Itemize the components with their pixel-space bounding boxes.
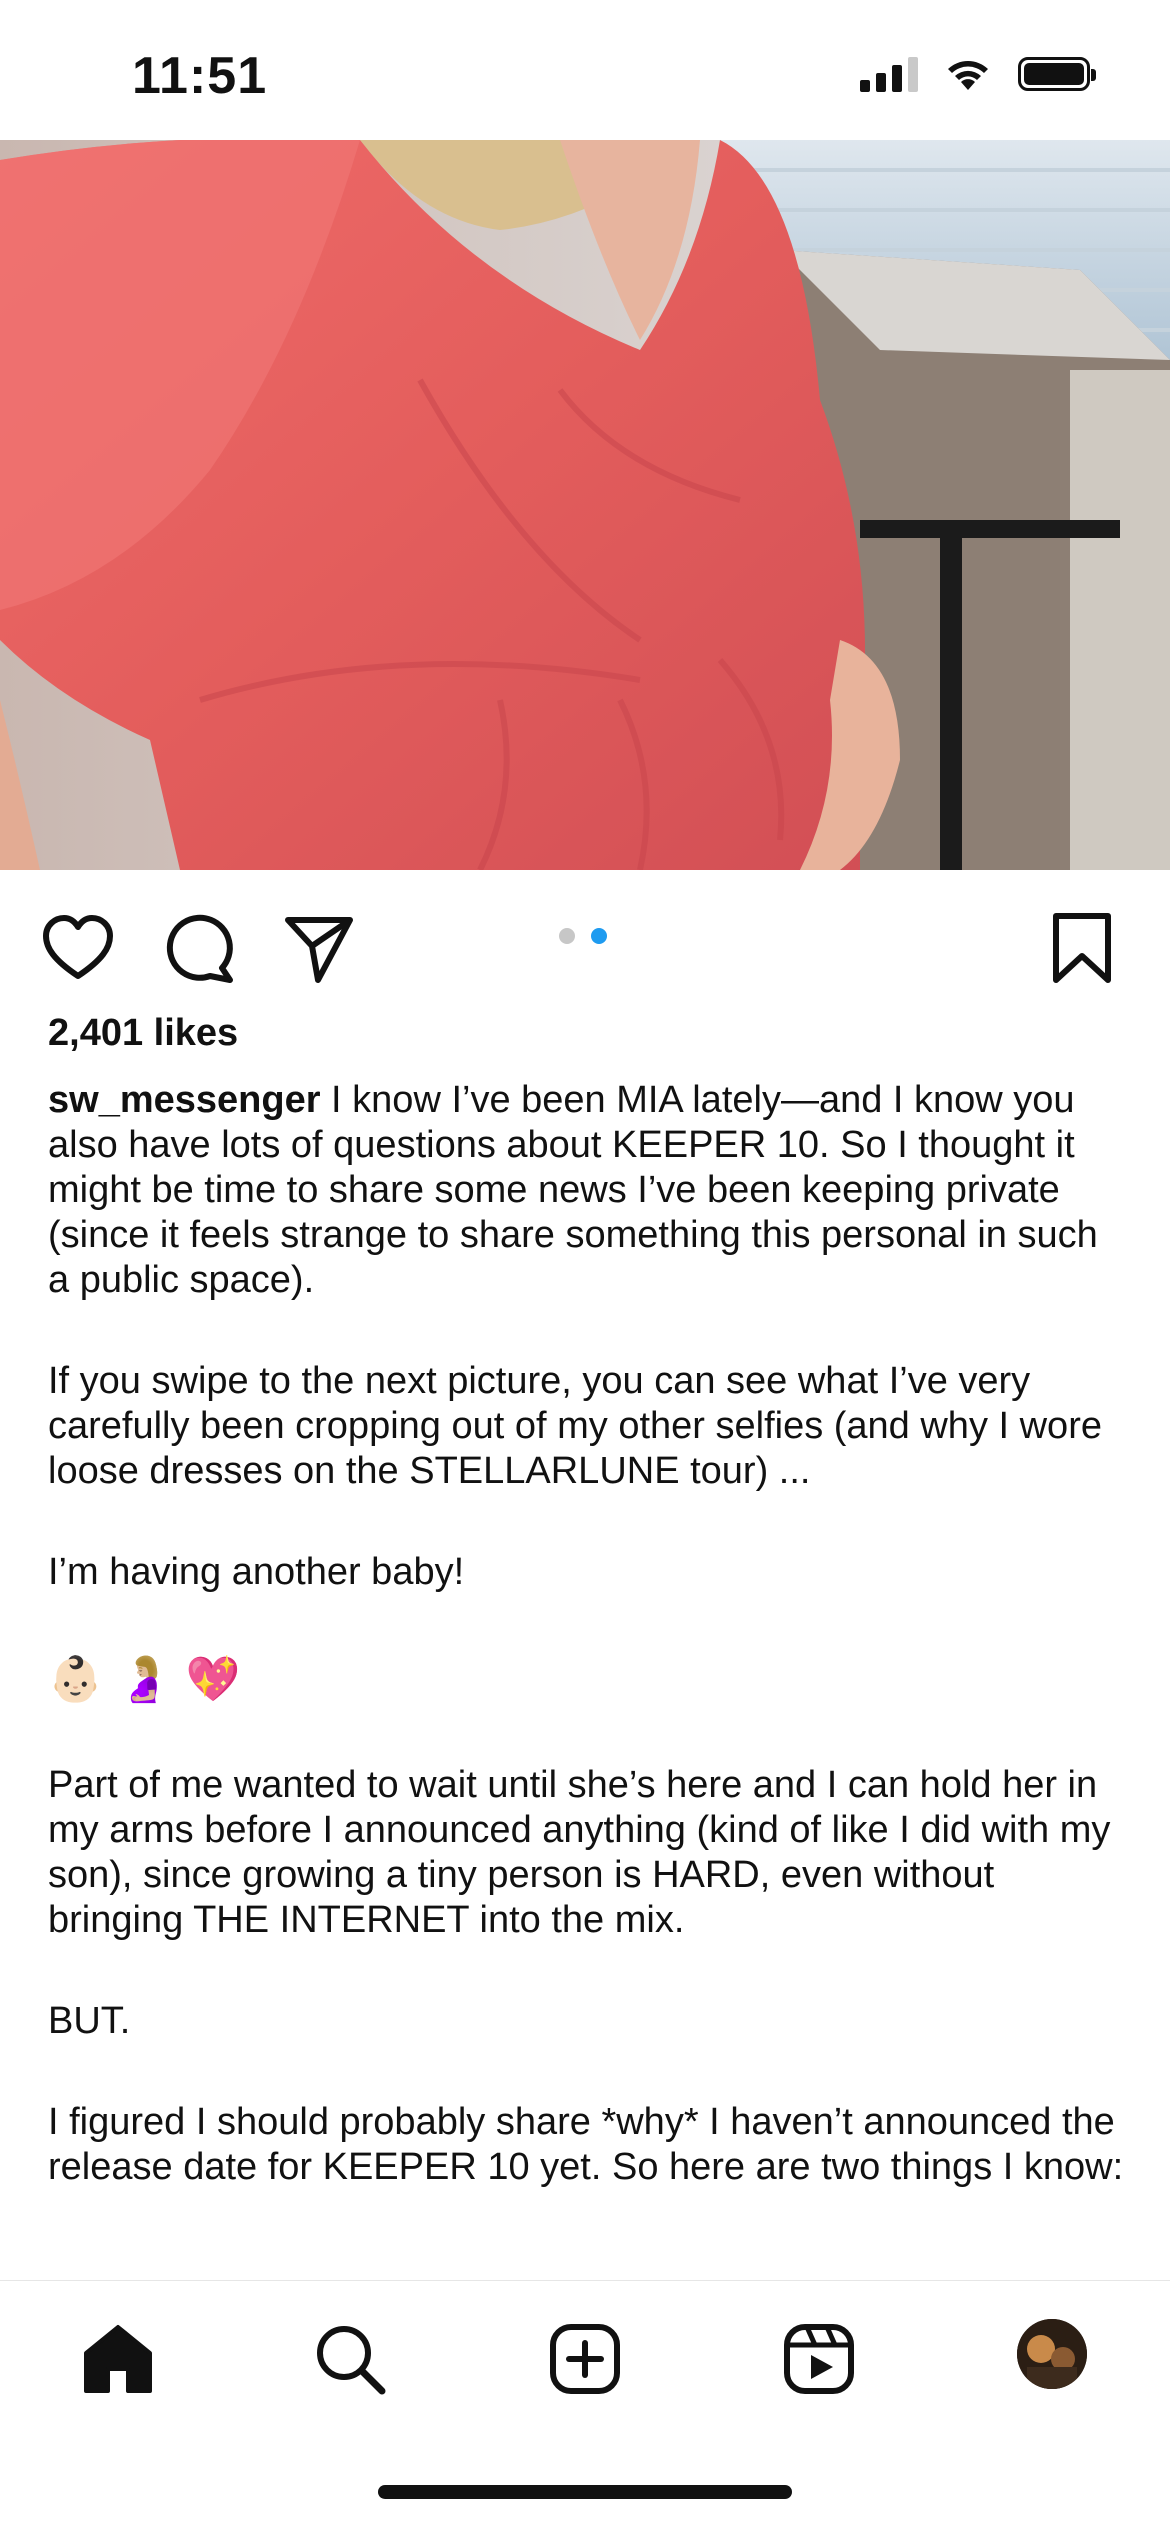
sparkling-heart-emoji: 💖 <box>185 1654 241 1704</box>
caption-paragraph: BUT. <box>48 2000 131 2042</box>
post-photo[interactable] <box>0 140 1170 870</box>
emoji-line: 👶🏻 🤰🏼 💖 <box>48 1651 1128 1707</box>
status-time: 11:51 <box>132 47 268 105</box>
username-link[interactable]: sw_messenger <box>48 1079 321 1121</box>
post-caption: sw_messenger I know I’ve been MIA lately… <box>48 1078 1128 2246</box>
caption-paragraph: sw_messenger I know I’ve been MIA lately… <box>48 1078 1128 1303</box>
caption-paragraph: I figured I should probably share *why* … <box>48 2101 1124 2188</box>
create-icon[interactable] <box>547 2321 623 2397</box>
pregnant-woman-emoji: 🤰🏼 <box>116 1654 172 1704</box>
carousel-indicator <box>559 928 607 944</box>
home-indicator[interactable] <box>378 2485 792 2499</box>
comment-icon[interactable] <box>160 910 236 986</box>
caption-paragraph: If you swipe to the next picture, you ca… <box>48 1360 1102 1492</box>
carousel-dot-active <box>591 928 607 944</box>
bookmark-icon[interactable] <box>1044 910 1120 986</box>
battery-icon <box>1018 57 1096 91</box>
status-icons <box>860 56 1096 92</box>
caption-paragraph: I’m having another baby! <box>48 1551 465 1593</box>
caption-paragraph: Part of me wanted to wait until she’s he… <box>48 1764 1111 1941</box>
carousel-dot <box>559 928 575 944</box>
search-icon[interactable] <box>312 2321 388 2397</box>
cellular-signal-icon <box>860 56 918 92</box>
heart-icon[interactable] <box>40 910 116 986</box>
status-bar: 11:51 <box>0 0 1170 140</box>
likes-count[interactable]: 2,401 likes <box>48 1012 238 1055</box>
wifi-icon <box>948 61 988 90</box>
home-icon[interactable] <box>80 2321 156 2397</box>
send-icon[interactable] <box>280 910 356 986</box>
profile-avatar[interactable] <box>1017 2319 1087 2389</box>
reels-icon[interactable] <box>781 2321 857 2397</box>
baby-emoji: 👶🏻 <box>48 1654 103 1704</box>
